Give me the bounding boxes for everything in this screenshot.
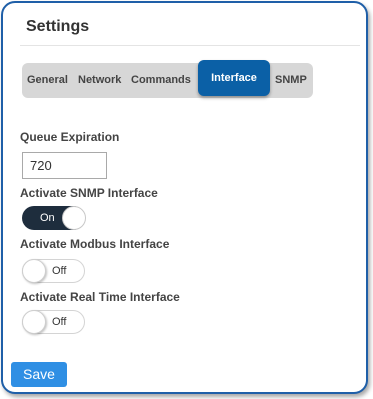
tab-network[interactable]: Network — [78, 63, 121, 98]
realtime-interface-toggle[interactable]: Off — [22, 310, 85, 334]
toggle-knob — [22, 310, 46, 334]
toggle-knob — [22, 259, 46, 283]
toggle-knob — [62, 206, 86, 230]
realtime-interface-label: Activate Real Time Interface — [20, 290, 180, 304]
settings-title: Settings — [26, 18, 90, 35]
queue-expiration-label: Queue Expiration — [20, 130, 120, 144]
modbus-interface-label: Activate Modbus Interface — [20, 237, 170, 251]
tab-snmp[interactable]: SNMP — [275, 63, 307, 98]
snmp-interface-label: Activate SNMP Interface — [20, 186, 158, 200]
settings-tab-bar: General Network Commands Interface SNMP — [22, 60, 313, 98]
snmp-interface-toggle[interactable]: On — [22, 206, 86, 230]
queue-expiration-input[interactable] — [22, 152, 107, 179]
tab-commands[interactable]: Commands — [131, 63, 191, 98]
modbus-interface-toggle[interactable]: Off — [22, 259, 85, 283]
tab-interface[interactable]: Interface — [198, 60, 270, 96]
tab-general[interactable]: General — [27, 63, 68, 98]
modbus-toggle-state: Off — [52, 265, 67, 277]
realtime-toggle-state: Off — [52, 316, 67, 328]
snmp-toggle-state: On — [40, 212, 55, 224]
title-divider — [20, 45, 360, 46]
save-button[interactable]: Save — [11, 362, 67, 387]
settings-panel: Settings General Network Commands Interf… — [1, 1, 368, 394]
